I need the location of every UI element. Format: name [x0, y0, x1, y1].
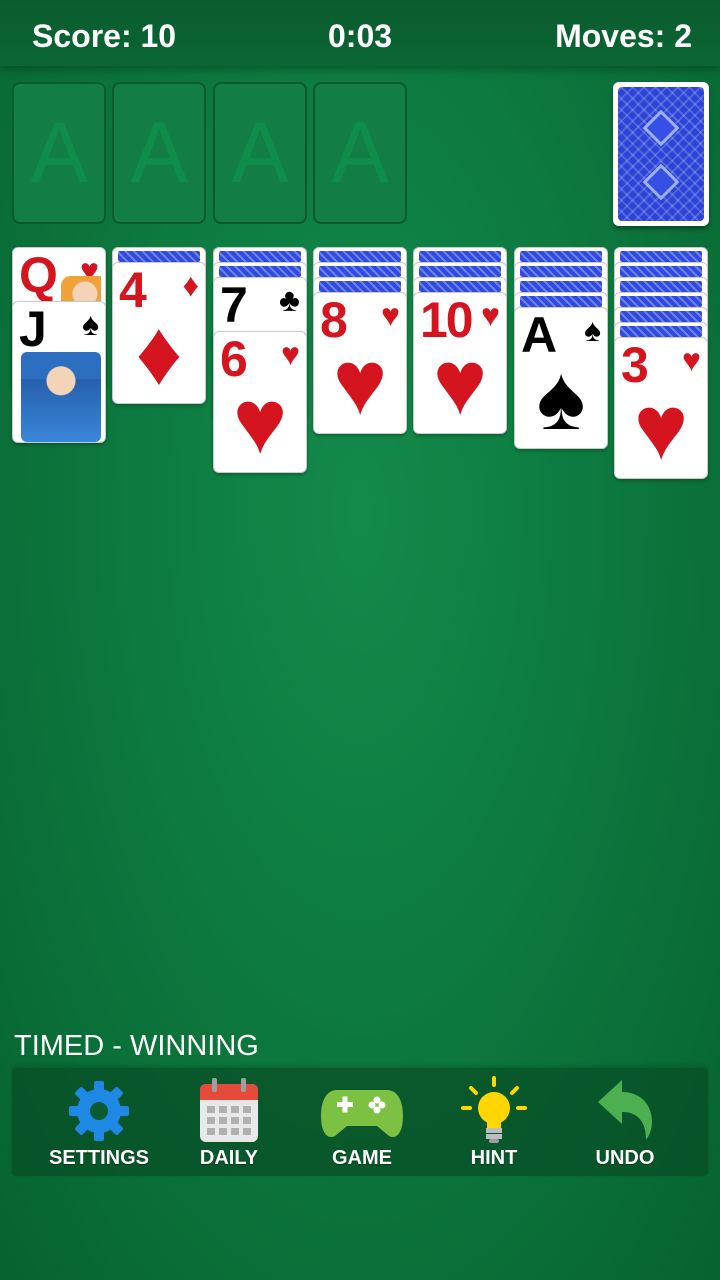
- card-back-strip: [419, 281, 501, 292]
- stock-pile[interactable]: [613, 82, 709, 226]
- foundation-pile-4[interactable]: A: [313, 82, 407, 224]
- card-back-strip: [620, 326, 702, 337]
- top-bar: Score: 10 0:03 Moves: 2: [0, 0, 720, 66]
- gear-icon: [69, 1081, 129, 1141]
- score-label: Score: 10: [32, 18, 177, 54]
- diamonds-suit-large-icon: ♦: [135, 302, 183, 404]
- hearts-suit-large-icon: ♥: [633, 377, 689, 479]
- bottom-toolbar: SETTINGS DAILY GAME HINT UNDO: [12, 1068, 708, 1176]
- card-back-strip: [319, 251, 401, 262]
- hearts-suit-icon: ♥: [481, 297, 500, 333]
- card-back-strip: [620, 266, 702, 277]
- card-back-strip: [419, 251, 501, 262]
- hearts-suit-large-icon: ♥: [332, 332, 388, 434]
- card-back-strip: [620, 296, 702, 307]
- face-card-portrait: [21, 352, 101, 442]
- card-back-strip: [520, 296, 602, 307]
- spades-suit-large-icon: ♠: [536, 347, 586, 449]
- hint-label: HINT: [470, 1147, 518, 1169]
- card-back-strip: [520, 251, 602, 262]
- card-back-strip: [219, 251, 301, 262]
- playing-card[interactable]: A ♠ ♠: [514, 307, 608, 449]
- diamonds-suit-icon: ♦: [182, 267, 199, 303]
- spades-suit-icon: ♠: [584, 312, 601, 348]
- settings-button[interactable]: SETTINGS: [34, 1074, 164, 1174]
- game-button[interactable]: GAME: [297, 1074, 427, 1174]
- card-back-strip: [219, 266, 301, 277]
- daily-label: DAILY: [199, 1147, 259, 1169]
- hearts-suit-large-icon: ♥: [232, 371, 288, 473]
- card-back-strip: [620, 281, 702, 292]
- timer-label: 0:03: [328, 18, 393, 54]
- calendar-icon: [200, 1078, 258, 1142]
- card-back-strip: [118, 251, 200, 262]
- card-back-strip: [520, 266, 602, 277]
- daily-button[interactable]: DAILY: [164, 1074, 294, 1174]
- card-rank: Q: [19, 247, 58, 303]
- foundation-pile-2[interactable]: A: [112, 82, 206, 224]
- moves-label: Moves: 2: [555, 18, 692, 54]
- card-back-strip: [620, 311, 702, 322]
- playing-card[interactable]: 6 ♥ ♥: [213, 331, 307, 473]
- hearts-suit-icon: ♥: [682, 342, 701, 378]
- settings-label: SETTINGS: [48, 1147, 149, 1169]
- card-back-ornament: [642, 163, 680, 201]
- undo-arrow-icon: [598, 1080, 652, 1140]
- card-back-strip: [319, 281, 401, 292]
- hearts-suit-large-icon: ♥: [432, 332, 488, 434]
- lightbulb-icon: [461, 1076, 527, 1143]
- card-back-strip: [520, 281, 602, 292]
- undo-button[interactable]: UNDO: [560, 1074, 690, 1174]
- card-back-strip: [620, 251, 702, 262]
- undo-label: UNDO: [595, 1147, 655, 1169]
- spades-suit-icon: ♠: [82, 306, 99, 342]
- playing-card[interactable]: J ♠: [12, 301, 106, 443]
- hearts-suit-icon: ♥: [381, 297, 400, 333]
- playing-card[interactable]: 4 ♦ ♦: [112, 262, 206, 404]
- playing-card[interactable]: 8 ♥ ♥: [313, 292, 407, 434]
- playing-card[interactable]: 3 ♥ ♥: [614, 337, 708, 479]
- clubs-suit-icon: ♣: [279, 282, 300, 318]
- card-back-strip: [419, 266, 501, 277]
- card-back-ornament: [642, 109, 680, 147]
- gamepad-icon: [321, 1090, 403, 1138]
- foundation-pile-3[interactable]: A: [213, 82, 307, 224]
- card-back: [618, 87, 704, 221]
- hint-button[interactable]: HINT: [429, 1074, 559, 1174]
- game-status-text: TIMED - WINNING: [14, 1030, 259, 1062]
- foundation-pile-1[interactable]: A: [12, 82, 106, 224]
- hearts-suit-icon: ♥: [281, 336, 300, 372]
- card-back-strip: [319, 266, 401, 277]
- playing-card[interactable]: 10 ♥ ♥: [413, 292, 507, 434]
- game-label: GAME: [332, 1147, 392, 1169]
- card-rank: J: [19, 301, 47, 357]
